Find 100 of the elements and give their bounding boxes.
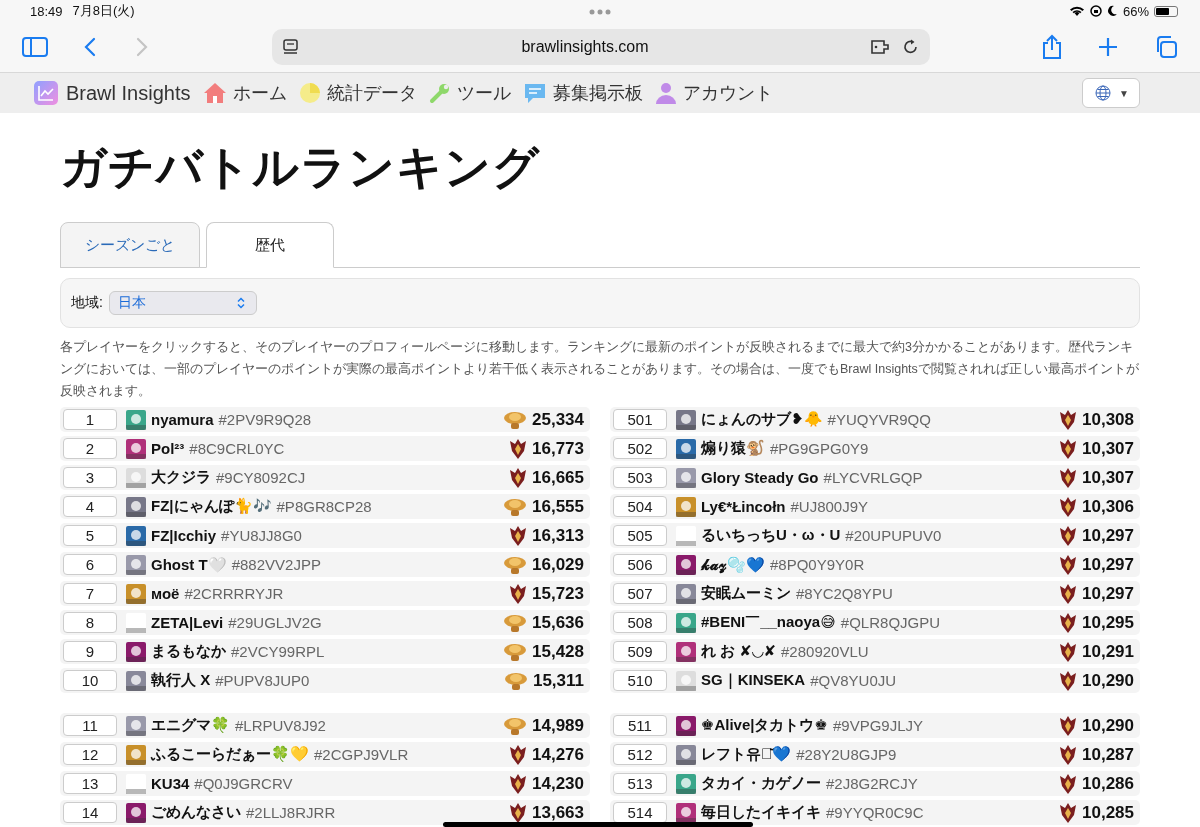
player-name: 𝓴𝓪𝔃🫧💙 bbox=[701, 555, 765, 574]
emblem-icon bbox=[1059, 495, 1077, 518]
player-name: 大クジラ bbox=[151, 468, 211, 487]
chart-logo-icon[interactable] bbox=[34, 81, 58, 105]
rank-number: 502 bbox=[613, 438, 667, 459]
ranking-row[interactable]: 2 Pol²³ #8C9CRL0YC 16,773 bbox=[60, 436, 590, 461]
rank-number: 509 bbox=[613, 641, 667, 662]
region-select[interactable]: 日本 bbox=[108, 291, 257, 315]
player-tag: #2LLJ8RJRR bbox=[246, 804, 336, 821]
ranking-row[interactable]: 507 安眠ムーミン #8YC2Q8YPU 10,297 bbox=[610, 581, 1140, 606]
nav-link[interactable]: 募集掲示板 bbox=[522, 81, 643, 105]
score: 16,773 bbox=[532, 438, 584, 459]
avatar-icon bbox=[676, 773, 696, 794]
score: 16,665 bbox=[532, 467, 584, 488]
avatar-icon bbox=[676, 496, 696, 517]
avatar-icon bbox=[676, 554, 696, 575]
ranking-row[interactable]: 501 にょんのサブ❥🐥 #YUQYVR9QQ 10,308 bbox=[610, 407, 1140, 432]
reload-icon[interactable] bbox=[902, 38, 920, 56]
ranking-row[interactable]: 514 毎日したイキイキ #9YYQR0C9C 10,285 bbox=[610, 800, 1140, 825]
ranking-row[interactable]: 506 𝓴𝓪𝔃🫧💙 #8PQ0Y9Y0R 10,297 bbox=[610, 552, 1140, 577]
rank-number: 10 bbox=[63, 670, 117, 691]
ranking-row[interactable]: 503 Glory Steady Go #LYCVRLGQP 10,307 bbox=[610, 465, 1140, 490]
battery-percent: 66% bbox=[1122, 3, 1149, 19]
more-dots-icon[interactable] bbox=[589, 9, 611, 15]
ranking-row[interactable]: 10 執行人 X #PUPV8JUP0 15,311 bbox=[60, 668, 590, 693]
brand-name[interactable]: Brawl Insights bbox=[66, 81, 191, 105]
url-text: brawlinsights.com bbox=[520, 38, 650, 56]
player-tag: #YUQYVR9QQ bbox=[827, 411, 931, 428]
tab[interactable]: 歴代 bbox=[206, 222, 334, 268]
nav-link[interactable]: アカウント bbox=[654, 81, 773, 105]
player-name: 安眠ムーミン bbox=[701, 584, 791, 603]
ranking-row[interactable]: 13 KU34 #Q0J9GRCRV 14,230 bbox=[60, 771, 590, 796]
player-tag: #8PQ0Y9Y0R bbox=[770, 556, 865, 573]
player-tag: #PUPV8JUP0 bbox=[215, 672, 310, 689]
tab[interactable]: シーズンごと bbox=[60, 222, 200, 268]
language-button[interactable]: ▼ bbox=[1082, 78, 1140, 108]
avatar-icon bbox=[126, 670, 146, 691]
avatar-icon bbox=[126, 641, 146, 662]
emblem-icon bbox=[1059, 743, 1077, 766]
ranking-row[interactable]: 11 エニグマ🍀 #LRPUV8J92 14,989 bbox=[60, 713, 590, 738]
trophy-icon bbox=[503, 409, 527, 430]
ranking-row[interactable]: 7 моё #2CRRRRYJR 15,723 bbox=[60, 581, 590, 606]
ranking-row[interactable]: 512 レフト유카᷄᷅💙 #28Y2U8GJP9 10,287 bbox=[610, 742, 1140, 767]
score: 10,285 bbox=[1082, 802, 1134, 823]
score: 25,334 bbox=[532, 409, 584, 430]
new-tab-icon[interactable] bbox=[1098, 37, 1118, 57]
battery-icon bbox=[1154, 5, 1178, 17]
wifi-icon bbox=[1068, 5, 1085, 17]
ranking-row[interactable]: 513 タカイ・カゲノー #2J8G2RCJY 10,286 bbox=[610, 771, 1140, 796]
ranking-row[interactable]: 5 FZ|Icchiy #YU8JJ8G0 16,313 bbox=[60, 523, 590, 548]
nav-link[interactable]: ツール bbox=[428, 81, 511, 105]
ranking-row[interactable]: 510 SG｜KINSEKA #QV8YU0JU 10,290 bbox=[610, 668, 1140, 693]
rank-number: 508 bbox=[613, 612, 667, 633]
ranking-row[interactable]: 14 ごめんなさい #2LLJ8RJRR 13,663 bbox=[60, 800, 590, 825]
nav-link[interactable]: 統計データ bbox=[298, 81, 417, 105]
player-tag: #8C9CRL0YC bbox=[189, 440, 285, 457]
reader-icon[interactable] bbox=[282, 38, 300, 56]
ranking-row[interactable]: 511 ♚Alive|タカトウ♚ #9VPG9JLJY 10,290 bbox=[610, 713, 1140, 738]
score: 14,276 bbox=[532, 744, 584, 765]
rank-number: 12 bbox=[63, 744, 117, 765]
avatar-icon bbox=[676, 438, 696, 459]
ranking-row[interactable]: 505 るいちっちU・ω・U #20UPUPUV0 10,297 bbox=[610, 523, 1140, 548]
ranking-row[interactable]: 502 煽り猿🐒 #PG9GPG0Y9 10,307 bbox=[610, 436, 1140, 461]
score: 13,663 bbox=[532, 802, 584, 823]
ranking-row[interactable]: 504 Ly€*Łincołn #UJ800J9Y 10,306 bbox=[610, 494, 1140, 519]
ranking-row[interactable]: 3 大クジラ #9CY8092CJ 16,665 bbox=[60, 465, 590, 490]
ranking-row[interactable]: 509 れ お ✘◡✘ #280920VLU 10,291 bbox=[610, 639, 1140, 664]
emblem-icon bbox=[1059, 466, 1077, 489]
sidebar-icon[interactable] bbox=[22, 37, 48, 57]
emblem-icon bbox=[1059, 524, 1077, 547]
score: 14,989 bbox=[532, 715, 584, 736]
rank-number: 8 bbox=[63, 612, 117, 633]
extension-icon[interactable] bbox=[870, 38, 892, 56]
score: 15,636 bbox=[532, 612, 584, 633]
moon-icon bbox=[1106, 5, 1118, 17]
ranking-row[interactable]: 8 ZETA|Levi #29UGLJV2G 15,636 bbox=[60, 610, 590, 635]
rank-number: 9 bbox=[63, 641, 117, 662]
ranking-row[interactable]: 4 FZ|にゃんぽ🐈🎶 #P8GR8CP28 16,555 bbox=[60, 494, 590, 519]
tabs-icon[interactable] bbox=[1154, 35, 1178, 59]
avatar-icon bbox=[126, 438, 146, 459]
share-icon[interactable] bbox=[1042, 34, 1062, 60]
ranking-row[interactable]: 9 まるもなか #2VCY99RPL 15,428 bbox=[60, 639, 590, 664]
rank-number: 11 bbox=[63, 715, 117, 736]
address-bar[interactable]: brawlinsights.com bbox=[272, 29, 930, 65]
player-name: にょんのサブ❥🐥 bbox=[701, 410, 823, 429]
avatar-icon bbox=[676, 802, 696, 823]
emblem-icon bbox=[1059, 714, 1077, 737]
back-icon[interactable] bbox=[84, 37, 96, 57]
ranking-row[interactable]: 6 Ghost T🤍 #882VV2JPP 16,029 bbox=[60, 552, 590, 577]
rank-number: 512 bbox=[613, 744, 667, 765]
nav-link[interactable]: ホーム bbox=[202, 81, 287, 105]
ranking-row[interactable]: 1 nyamura #2PV9R9Q28 25,334 bbox=[60, 407, 590, 432]
emblem-icon bbox=[509, 801, 527, 824]
player-name: ♚Alive|タカトウ♚ bbox=[701, 716, 828, 735]
score: 10,286 bbox=[1082, 773, 1134, 794]
ranking-row[interactable]: 508 #BENI￣__naoya😅 #QLR8QJGPU 10,295 bbox=[610, 610, 1140, 635]
ranking-row[interactable]: 12 ふるこーらだぁー🍀💛 #2CGPJ9VLR 14,276 bbox=[60, 742, 590, 767]
emblem-icon bbox=[509, 772, 527, 795]
player-tag: #8YC2Q8YPU bbox=[796, 585, 893, 602]
player-name: моё bbox=[151, 585, 180, 602]
